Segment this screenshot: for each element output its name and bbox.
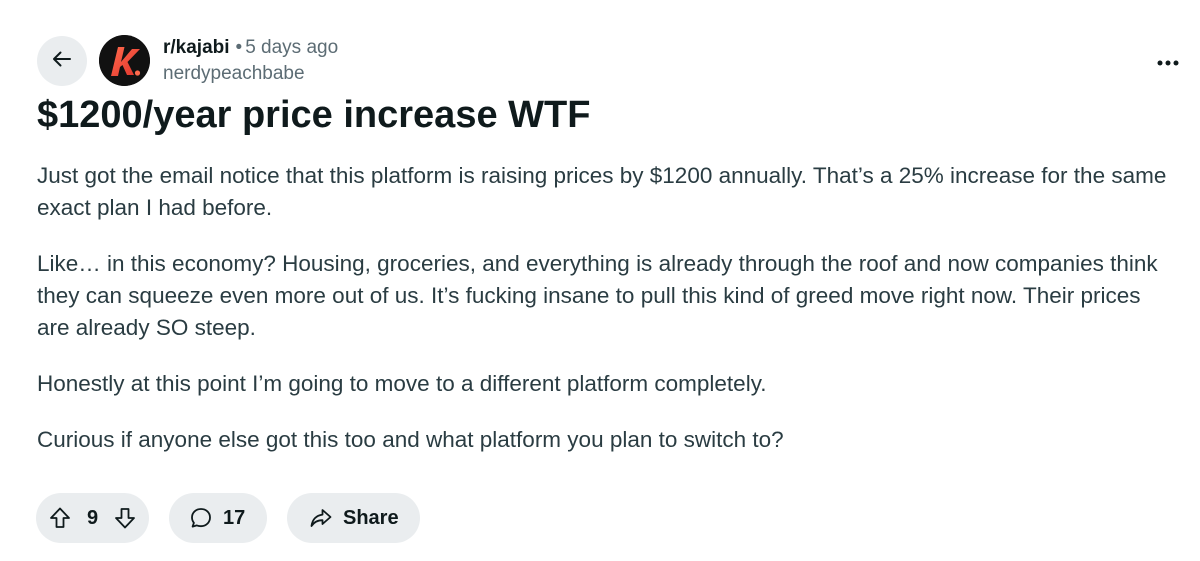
kajabi-logo xyxy=(99,35,150,86)
share-button[interactable]: Share xyxy=(287,493,420,543)
arrow-left-icon xyxy=(50,47,74,76)
author-link[interactable]: nerdypeachbabe xyxy=(163,62,338,86)
post-title[interactable]: $1200/year price increase WTF xyxy=(37,92,590,138)
meta-separator: • xyxy=(235,37,243,58)
post-paragraph: Like… in this economy? Housing, grocerie… xyxy=(37,251,1158,340)
back-button[interactable] xyxy=(37,36,87,86)
post-paragraph: Just got the email notice that this plat… xyxy=(37,163,1167,220)
subreddit-link[interactable]: r/kajabi xyxy=(163,37,230,58)
share-arrow-icon xyxy=(309,506,333,530)
share-label: Share xyxy=(343,506,399,529)
post-paragraph: Honestly at this point I’m going to move… xyxy=(37,371,767,396)
post-timestamp: 5 days ago xyxy=(245,37,339,58)
post-paragraph: Curious if anyone else got this too and … xyxy=(37,427,784,452)
more-horizontal-icon xyxy=(1157,53,1179,71)
downvote-arrow-icon[interactable] xyxy=(113,506,137,530)
comments-button[interactable]: 17 xyxy=(169,493,267,543)
comment-count: 17 xyxy=(223,506,246,529)
vote-control: 9 xyxy=(36,493,149,543)
subreddit-avatar[interactable] xyxy=(99,35,150,86)
post-meta: r/kajabi • 5 days ago nerdypeachbabe xyxy=(163,36,338,86)
post-body: Just got the email notice that this plat… xyxy=(37,160,1177,480)
more-options-button[interactable] xyxy=(1150,44,1186,80)
post-actions: 9 17 Share xyxy=(36,493,420,543)
comment-bubble-icon xyxy=(189,506,213,530)
vote-count: 9 xyxy=(86,506,99,529)
upvote-arrow-icon[interactable] xyxy=(48,506,72,530)
